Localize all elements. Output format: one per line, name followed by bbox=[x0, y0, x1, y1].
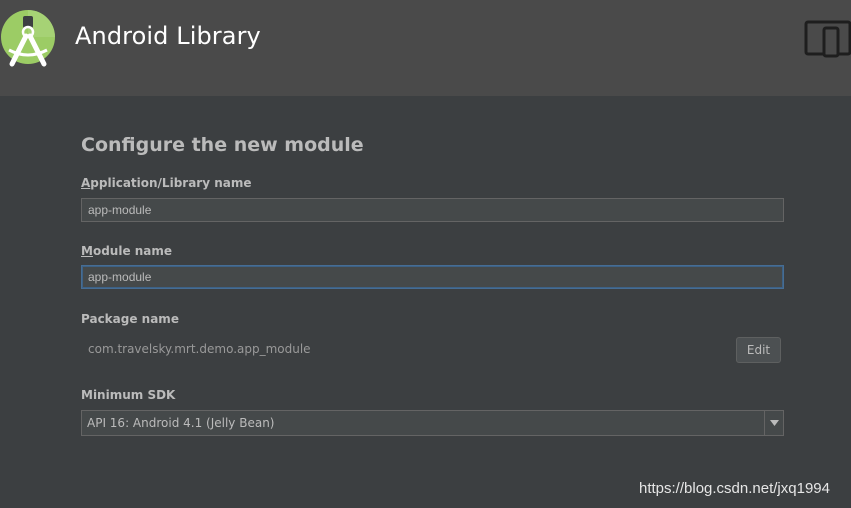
app-name-label-mnemonic: A bbox=[81, 176, 91, 190]
app-name-label-text: pplication/Library name bbox=[90, 176, 252, 190]
module-name-label: Module name bbox=[81, 244, 172, 258]
dropdown-arrow-button[interactable] bbox=[764, 411, 783, 435]
wizard-title: Android Library bbox=[75, 22, 261, 50]
wizard-content bbox=[0, 96, 851, 508]
watermark-text: https://blog.csdn.net/jxq1994 bbox=[639, 480, 830, 497]
min-sdk-selected-value: API 16: Android 4.1 (Jelly Bean) bbox=[87, 416, 275, 430]
module-name-label-mnemonic: M bbox=[81, 244, 93, 258]
package-name-value: com.travelsky.mrt.demo.app_module bbox=[88, 342, 311, 356]
app-name-label: Application/Library name bbox=[81, 176, 252, 190]
package-name-label: Package name bbox=[81, 312, 179, 326]
app-name-input[interactable] bbox=[81, 198, 784, 222]
module-name-label-text: odule name bbox=[92, 244, 173, 258]
device-layout-icon bbox=[804, 20, 851, 60]
min-sdk-dropdown[interactable]: API 16: Android 4.1 (Jelly Bean) bbox=[81, 410, 784, 436]
android-studio-logo-icon bbox=[0, 6, 56, 68]
edit-package-button[interactable]: Edit bbox=[736, 337, 781, 363]
module-name-input[interactable] bbox=[81, 265, 784, 289]
section-title: Configure the new module bbox=[81, 134, 364, 156]
min-sdk-label: Minimum SDK bbox=[81, 388, 176, 402]
chevron-down-icon bbox=[770, 420, 779, 426]
wizard-header: Android Library bbox=[0, 0, 851, 96]
